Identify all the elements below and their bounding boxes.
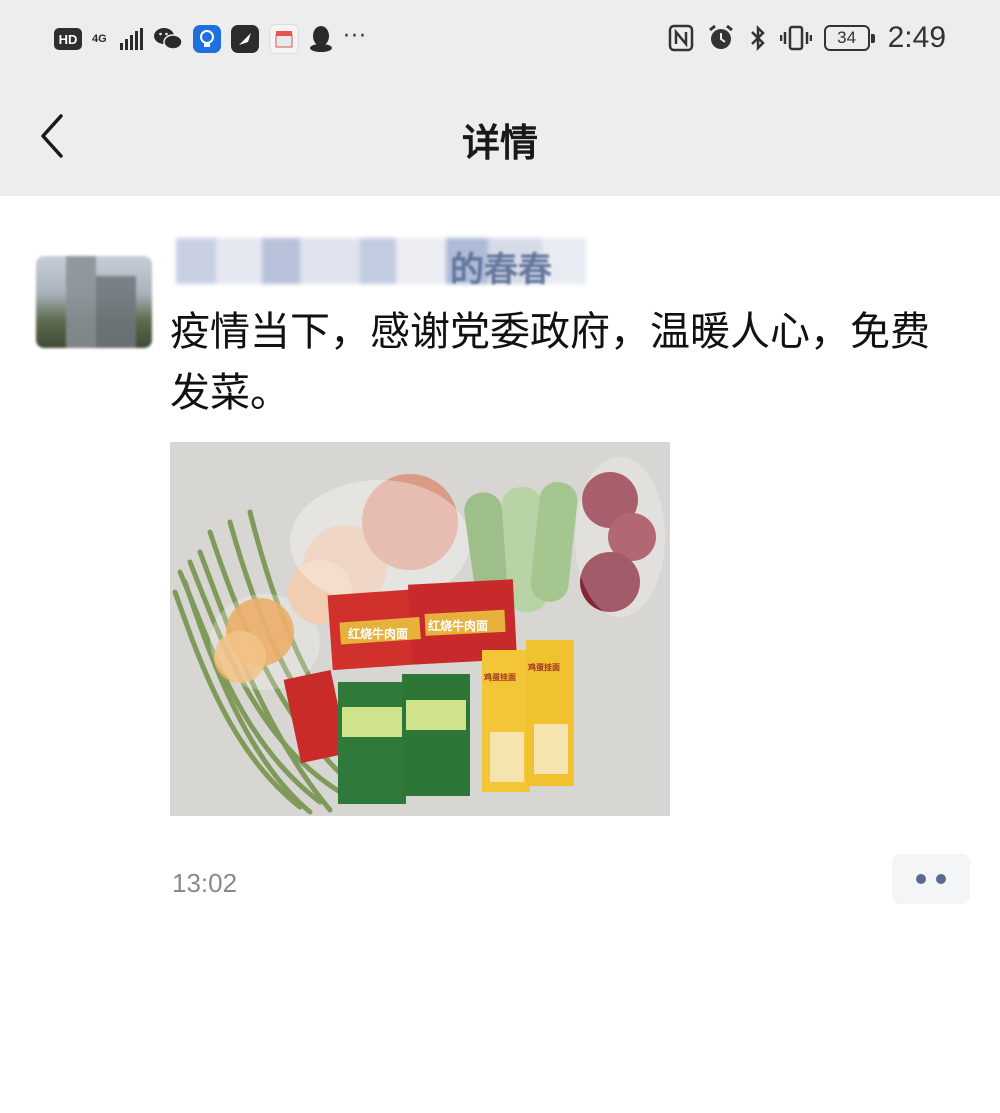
nfc-icon [668, 24, 693, 52]
author-name-suffix[interactable]: 的春春 [450, 242, 552, 291]
status-left: HD 4G ··· [54, 22, 367, 56]
alarm-icon [708, 24, 733, 49]
status-right: 34 2:49 [668, 18, 946, 58]
navigation-bar: 详情 [0, 80, 1000, 196]
more-dots-icon [916, 874, 926, 884]
wechat-icon [154, 28, 183, 50]
network-type-label: 4G [92, 32, 107, 45]
feather-app-icon [231, 25, 259, 53]
pack-label-4: 鸡蛋挂面 [527, 662, 560, 672]
qq-icon [310, 26, 332, 52]
taobao-app-icon [269, 24, 299, 54]
bulb-app-icon [193, 25, 221, 53]
status-bar: HD 4G ··· 34 2:49 [0, 0, 1000, 80]
page-title: 详情 [461, 121, 538, 165]
grocery-photo: 红烧牛肉面 红烧牛肉面 鸡蛋挂面 鸡蛋挂面 [170, 442, 670, 816]
clock-time: 2:49 [887, 21, 946, 54]
post-timestamp: 13:02 [172, 868, 238, 898]
post-text: 疫情当下，感谢党委政府，温暖人心，免费发菜。 [170, 309, 930, 416]
more-notifications-indicator: ··· [343, 23, 367, 49]
pack-label-2: 红烧牛肉面 [428, 618, 488, 633]
more-dots-icon [936, 874, 946, 884]
more-actions-button[interactable] [892, 854, 970, 904]
author-avatar[interactable] [36, 256, 152, 348]
signal-icon [120, 28, 143, 50]
pack-label-3: 鸡蛋挂面 [483, 672, 516, 682]
battery-icon: 34 [823, 25, 875, 51]
pack-label-1: 红烧牛肉面 [348, 626, 408, 641]
bluetooth-icon [750, 24, 765, 52]
battery-level: 34 [837, 28, 857, 47]
post-photo[interactable]: 红烧牛肉面 红烧牛肉面 鸡蛋挂面 鸡蛋挂面 [170, 442, 670, 816]
hd-icon: HD [54, 28, 82, 50]
vibrate-icon [779, 25, 812, 51]
